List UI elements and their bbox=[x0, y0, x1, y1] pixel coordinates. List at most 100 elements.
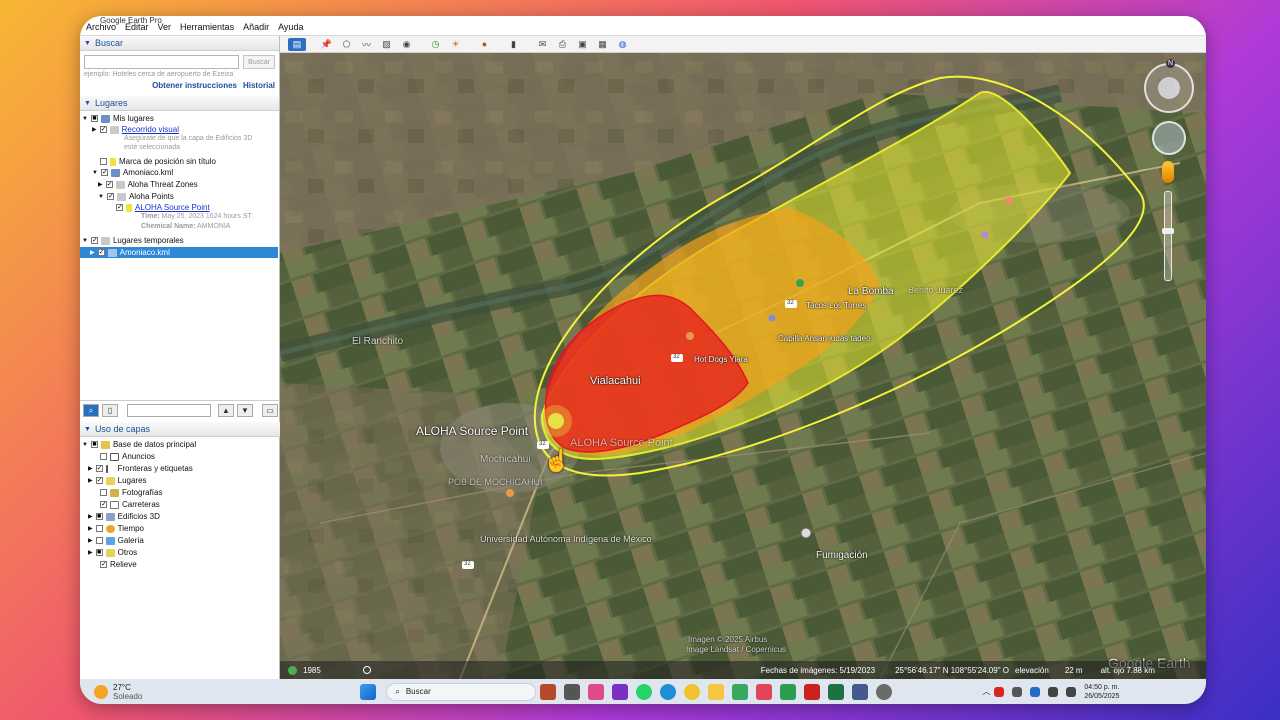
menu-anadir[interactable]: Añadir bbox=[243, 22, 269, 32]
edge-icon[interactable] bbox=[660, 683, 677, 700]
checkbox[interactable] bbox=[100, 158, 107, 165]
tree-item-threat-zones[interactable]: ▶ ✓ Aloha Threat Zones bbox=[98, 179, 198, 190]
look-joystick-icon[interactable] bbox=[1158, 77, 1180, 99]
layer-otros[interactable]: ▶ ■ Otros bbox=[88, 547, 137, 558]
checkbox[interactable]: ■ bbox=[90, 115, 98, 122]
compass-ring[interactable]: N bbox=[1144, 59, 1194, 113]
excel-icon[interactable] bbox=[828, 683, 845, 700]
folder-add-icon[interactable]: ▭ bbox=[262, 404, 278, 417]
taskbar-app-icon[interactable] bbox=[612, 683, 629, 700]
task-view-icon[interactable] bbox=[564, 683, 581, 700]
tour-link[interactable]: Recorrido visual bbox=[122, 125, 179, 134]
historical-imagery-icon[interactable] bbox=[288, 665, 297, 675]
checkbox[interactable]: ■ bbox=[95, 549, 103, 556]
poi-marker[interactable] bbox=[796, 279, 804, 287]
search-panel-header[interactable]: ▼ Buscar bbox=[80, 36, 279, 51]
expand-icon[interactable]: ▶ bbox=[88, 477, 93, 484]
checkbox[interactable]: ✓ bbox=[95, 465, 103, 472]
map-view[interactable]: La Bomba Benito Juárez El Ranchito Viala… bbox=[280, 53, 1206, 679]
expand-icon[interactable]: ▶ bbox=[88, 537, 93, 544]
file-explorer-icon[interactable] bbox=[708, 683, 725, 700]
expand-icon[interactable]: ▶ bbox=[88, 465, 93, 472]
overlay-icon[interactable]: ▨ bbox=[378, 38, 395, 51]
tree-item-my-places[interactable]: ▼ ■ Mis lugares bbox=[82, 113, 154, 124]
checkbox[interactable]: ✓ bbox=[100, 169, 108, 176]
poi-marker[interactable] bbox=[981, 231, 989, 239]
expand-icon[interactable]: ▶ bbox=[88, 525, 93, 532]
map-label-aloha-source[interactable]: ALOHA Source Point bbox=[416, 424, 528, 438]
checkbox[interactable]: ✓ bbox=[100, 501, 107, 508]
zoom-slider[interactable] bbox=[1162, 191, 1174, 281]
clock-date[interactable]: 26/05/2025 bbox=[1084, 692, 1119, 701]
layer-tiempo[interactable]: ▶ Tiempo bbox=[88, 523, 144, 534]
chrome-icon[interactable] bbox=[684, 683, 701, 700]
layer-fotografias[interactable]: Fotografías bbox=[100, 487, 162, 498]
street-view-pegman-icon[interactable] bbox=[1162, 161, 1174, 183]
directions-link[interactable]: Obtener instrucciones bbox=[152, 81, 237, 90]
ruler-icon[interactable]: ▮ bbox=[505, 38, 522, 51]
taskbar-app-icon[interactable] bbox=[732, 683, 749, 700]
layer-edificios[interactable]: ▶ ■ Edificios 3D bbox=[88, 511, 160, 522]
tree-item-aloha-points[interactable]: ▼ ✓ Aloha Points bbox=[98, 191, 174, 202]
layer-primary-db[interactable]: ▼ ■ Base de datos principal bbox=[82, 439, 196, 450]
save-image-icon[interactable]: ▣ bbox=[574, 38, 591, 51]
expand-icon[interactable]: ▼ bbox=[92, 170, 98, 176]
history-link[interactable]: Historial bbox=[243, 81, 275, 90]
whatsapp-icon[interactable] bbox=[636, 683, 653, 700]
checkbox[interactable]: ✓ bbox=[106, 193, 114, 200]
speaker-icon[interactable] bbox=[1066, 686, 1077, 697]
layers-panel-header[interactable]: ▼ Uso de capas bbox=[80, 422, 280, 437]
zoom-handle[interactable] bbox=[1162, 228, 1174, 234]
checkbox[interactable]: ✓ bbox=[95, 477, 103, 484]
acrobat-icon[interactable] bbox=[804, 683, 821, 700]
taskbar-app-icon[interactable] bbox=[756, 683, 773, 700]
layer-galeria[interactable]: ▶ Galería bbox=[88, 535, 144, 546]
google-earth-taskbar-icon[interactable] bbox=[876, 683, 893, 700]
taskbar-app-icon[interactable] bbox=[540, 683, 557, 700]
earth-icon[interactable]: ◍ bbox=[614, 38, 631, 51]
clock-time[interactable]: 04:50 p. m. bbox=[1084, 683, 1119, 692]
poi-marker[interactable] bbox=[800, 527, 812, 539]
sunlight-icon[interactable]: ☀ bbox=[447, 38, 464, 51]
expand-icon[interactable]: ▶ bbox=[90, 249, 95, 256]
checkbox[interactable]: ✓ bbox=[100, 561, 107, 568]
email-icon[interactable]: ✉ bbox=[534, 38, 551, 51]
record-tour-icon[interactable]: ◉ bbox=[398, 38, 415, 51]
polygon-icon[interactable]: ⬠ bbox=[338, 38, 355, 51]
expand-icon[interactable]: ▶ bbox=[88, 513, 93, 520]
sidebar-toggle-icon[interactable]: ▤ bbox=[288, 37, 306, 51]
copilot-icon[interactable] bbox=[588, 683, 605, 700]
print-icon[interactable]: ⎙ bbox=[554, 38, 571, 51]
taskbar-app-icon[interactable] bbox=[852, 683, 869, 700]
windows-start-icon[interactable] bbox=[360, 683, 377, 700]
checkbox[interactable] bbox=[95, 537, 103, 544]
planets-icon[interactable]: ● bbox=[476, 38, 493, 51]
places-filter-input[interactable] bbox=[127, 404, 211, 417]
placemark-icon[interactable]: 📌 bbox=[318, 38, 335, 51]
move-joystick-icon[interactable] bbox=[1152, 121, 1186, 155]
expand-icon[interactable]: ▼ bbox=[82, 238, 88, 244]
checkbox[interactable] bbox=[95, 525, 103, 532]
menu-herramientas[interactable]: Herramientas bbox=[180, 22, 234, 32]
tree-item-placemark[interactable]: Marca de posición sin título bbox=[100, 156, 216, 167]
taskbar-search[interactable]: ⌕ Buscar bbox=[386, 682, 537, 701]
tray-app-icon[interactable] bbox=[1012, 686, 1023, 697]
layer-lugares[interactable]: ▶ ✓ Lugares bbox=[88, 475, 147, 486]
layer-fronteras[interactable]: ▶ ✓ Fronteras y etiquetas bbox=[88, 463, 193, 474]
tree-item-temp-places[interactable]: ▼ ✓ Lugares temporales bbox=[82, 235, 184, 246]
checkbox[interactable] bbox=[100, 489, 107, 496]
checkbox[interactable]: ✓ bbox=[105, 181, 113, 188]
source-point-link[interactable]: ALOHA Source Point bbox=[135, 203, 210, 212]
tree-item-temp-kml[interactable]: ▶ ✓ Amoniaco.kml bbox=[80, 247, 278, 258]
layer-relieve[interactable]: ✓ Relieve bbox=[100, 559, 137, 570]
tree-item-source-point[interactable]: ✓ ALOHA Source Point bbox=[116, 202, 210, 213]
tree-item-tour[interactable]: ▶ ✓ Recorrido visual bbox=[92, 124, 179, 135]
move-down-icon[interactable]: ▼ bbox=[237, 404, 253, 417]
panel-icon[interactable]: ▯ bbox=[102, 404, 118, 417]
poi-marker[interactable] bbox=[686, 332, 694, 340]
expand-icon[interactable]: ▼ bbox=[82, 442, 88, 448]
expand-icon[interactable]: ▼ bbox=[82, 116, 88, 122]
expand-icon[interactable]: ▼ bbox=[98, 194, 104, 200]
search-input[interactable] bbox=[84, 55, 240, 69]
path-icon[interactable]: 〰 bbox=[358, 38, 375, 51]
